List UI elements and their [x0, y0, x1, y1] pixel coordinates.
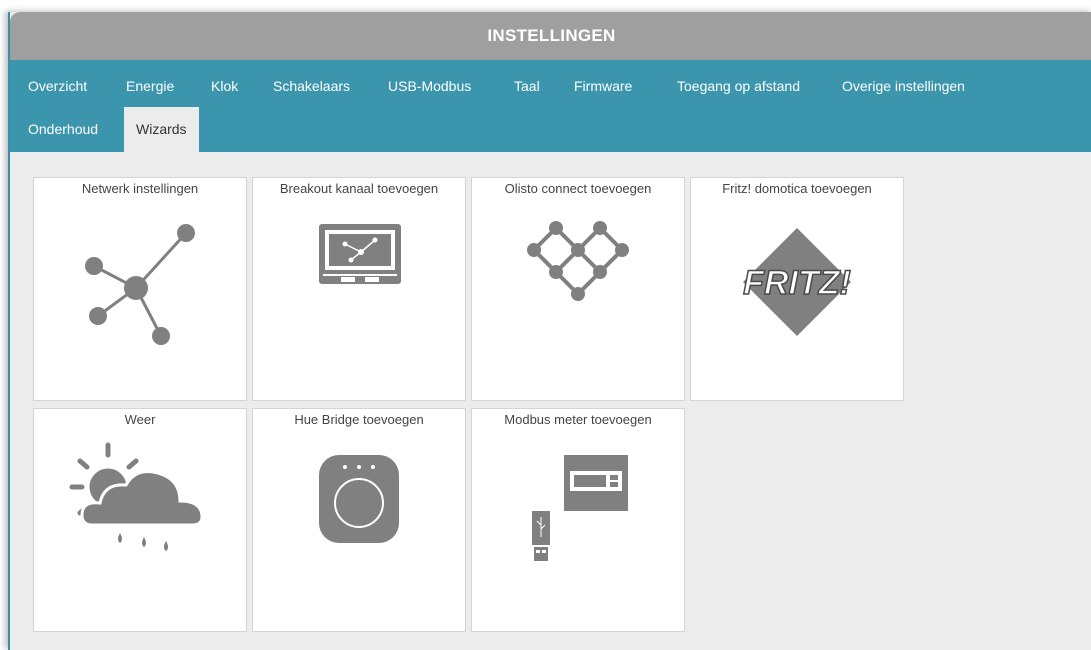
olisto-icon — [527, 221, 629, 301]
window-title: INSTELLINGEN — [10, 12, 1091, 60]
tab-wizards[interactable]: Wizards — [124, 107, 199, 152]
tab-klok[interactable]: Klok — [199, 64, 250, 109]
wizard-card-weer[interactable]: Weer — [33, 408, 247, 632]
settings-window: INSTELLINGEN Overzicht Energie Klok Scha… — [8, 12, 1091, 650]
wizard-card-breakout[interactable]: Breakout kanaal toevoegen — [252, 177, 466, 401]
tab-firmware[interactable]: Firmware — [562, 64, 644, 109]
fritz-logo: FRITZ! — [742, 228, 852, 336]
tab-taal[interactable]: Taal — [502, 64, 552, 109]
tab-onderhoud[interactable]: Onderhoud — [16, 107, 110, 152]
breakout-icon — [319, 224, 401, 284]
tab-energie[interactable]: Energie — [114, 64, 186, 109]
modbus-meter-icon — [532, 455, 628, 561]
hue-bridge-icon — [319, 455, 399, 543]
wizard-card-hue-bridge[interactable]: Hue Bridge toevoegen — [252, 408, 466, 632]
tab-toegang-op-afstand[interactable]: Toegang op afstand — [665, 64, 812, 109]
wizard-card-fritz[interactable]: Fritz! domotica toevoegen FRITZ! — [690, 177, 904, 401]
fritz-logo-text: FRITZ! — [743, 264, 851, 302]
wizard-card-olisto[interactable]: Olisto connect toevoegen — [471, 177, 685, 401]
wizard-card-modbus-meter[interactable]: Modbus meter toevoegen — [471, 408, 685, 632]
tab-overzicht[interactable]: Overzicht — [16, 64, 99, 109]
network-icon — [85, 224, 195, 345]
wizard-card-netwerk[interactable]: Netwerk instellingen — [33, 177, 247, 401]
tab-usb-modbus[interactable]: USB-Modbus — [376, 64, 483, 109]
weather-icon — [69, 442, 204, 551]
tab-schakelaars[interactable]: Schakelaars — [261, 64, 362, 109]
tab-bar: Overzicht Energie Klok Schakelaars USB-M… — [10, 60, 1091, 152]
tab-overige-instellingen[interactable]: Overige instellingen — [830, 64, 977, 109]
